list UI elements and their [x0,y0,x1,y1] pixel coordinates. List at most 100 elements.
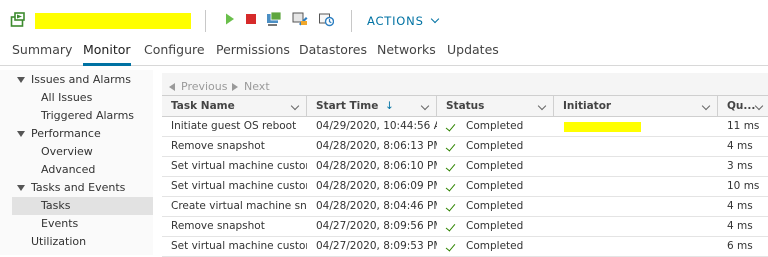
power-off-icon[interactable] [243,11,259,27]
sidebar-group-performance[interactable]: Performance [0,125,153,143]
sidebar-item-tasks[interactable]: Tasks [12,197,153,215]
chevron-down-icon [754,101,764,111]
previous-button[interactable]: Previous [166,79,228,95]
migrate-icon[interactable] [292,11,308,27]
cell-queued: 3 ms [727,160,753,172]
sidebar-group-label: Performance [31,127,101,140]
cell-initiator [554,177,718,196]
tab-summary[interactable]: Summary [12,41,72,63]
cell-initiator [554,217,718,236]
table-row[interactable]: Create virtual machine snap... 04/28/202… [162,197,768,217]
cell-status: Completed [437,197,554,216]
cell-initiator [554,237,718,256]
cell-queued: 11 ms [727,120,760,132]
table-row[interactable]: Remove snapshot 04/28/2020, 8:06:13 PM C… [162,137,768,157]
cell-task-name: Remove snapshot [171,220,265,232]
grid-header: Task Name Start Time ↓ Status Initiator … [162,96,768,117]
vm-icon [10,12,25,27]
tab-monitor[interactable]: Monitor [83,41,131,66]
sidebar-item-events[interactable]: Events [41,215,78,233]
table-row[interactable]: Initiate guest OS reboot 04/29/2020, 10:… [162,117,768,137]
cell-queued: 4 ms [727,200,753,212]
column-header-start-time[interactable]: Start Time ↓ [307,96,437,116]
pager: Previous Next [166,79,366,95]
cell-task-name: Set virtual machine custom ... [171,180,307,192]
sidebar-item-overview[interactable]: Overview [41,143,93,161]
object-toolbar: ACTIONS [0,0,768,40]
toolbar-divider [205,10,206,32]
cell-queued: 4 ms [727,140,753,152]
tab-networks[interactable]: Networks [377,41,436,63]
cell-queued: 6 ms [727,240,753,252]
cell-initiator [554,197,718,216]
table-row[interactable]: Set virtual machine custom ... 04/28/202… [162,177,768,197]
check-icon [445,121,456,132]
cell-start-time: 04/28/2020, 8:06:10 PM [316,160,437,172]
column-header-status[interactable]: Status [437,96,554,116]
tab-permissions[interactable]: Permissions [216,41,290,63]
chevron-down-icon [290,101,300,111]
chevron-down-icon [537,101,547,111]
cell-status: Completed [437,157,554,176]
sidebar-group-label: Issues and Alarms [31,73,131,86]
caret-down-icon [17,77,25,83]
column-label: Initiator [563,100,612,112]
table-row[interactable]: Set virtual machine custom ... 04/28/202… [162,157,768,177]
sidebar-item-triggered-alarms[interactable]: Triggered Alarms [41,107,134,125]
snapshot-icon[interactable] [318,11,334,27]
cell-initiator [554,117,718,136]
cell-start-time: 04/29/2020, 10:44:56 AM [316,120,437,132]
tab-updates[interactable]: Updates [447,41,499,63]
sidebar-item-all-issues[interactable]: All Issues [41,89,92,107]
tab-datastores[interactable]: Datastores [299,41,367,63]
status-text: Completed [466,180,524,192]
check-icon [445,221,456,232]
table-row[interactable]: Remove snapshot 04/27/2020, 8:09:56 PM C… [162,217,768,237]
next-button[interactable]: Next [230,79,275,95]
sidebar-item-label: Tasks [41,199,71,212]
sidebar-item-utilization[interactable]: Utilization [31,233,86,251]
console-icon[interactable] [266,11,282,27]
chevron-right-icon [232,83,238,91]
cell-task-name: Remove snapshot [171,140,265,152]
tasks-grid: Task Name Start Time ↓ Status Initiator … [162,95,768,257]
previous-label: Previous [181,80,228,93]
sidebar-group-issues[interactable]: Issues and Alarms [0,71,153,89]
cell-start-time: 04/28/2020, 8:04:46 PM [316,200,437,212]
check-icon [445,201,456,212]
initiator-redacted [564,122,641,132]
status-text: Completed [466,200,524,212]
check-icon [445,241,456,252]
cell-status: Completed [437,217,554,236]
vm-name-redacted [35,13,191,29]
cell-queued: 4 ms [727,220,753,232]
power-on-icon[interactable] [222,11,238,27]
column-label: Qu... [727,100,756,112]
cell-initiator [554,137,718,156]
cell-queued: 10 ms [727,180,760,192]
status-text: Completed [466,120,524,132]
caret-down-icon [17,185,25,191]
actions-menu-button[interactable]: ACTIONS [367,13,440,29]
object-tabs: Summary Monitor Configure Permissions Da… [0,40,768,66]
column-header-queued[interactable]: Qu... [718,96,768,116]
cell-status: Completed [437,177,554,196]
next-label: Next [244,80,270,93]
table-row[interactable]: Set virtual machine custom ... 04/27/202… [162,237,768,257]
sidebar-group-tasks-events[interactable]: Tasks and Events [0,179,153,197]
column-label: Status [446,100,485,112]
chevron-down-icon [701,101,711,111]
cell-start-time: 04/27/2020, 8:09:56 PM [316,220,437,232]
column-header-task-name[interactable]: Task Name [162,96,307,116]
check-icon [445,141,456,152]
cell-task-name: Initiate guest OS reboot [171,120,297,132]
cell-task-name: Create virtual machine snap... [171,200,307,212]
column-header-initiator[interactable]: Initiator [554,96,718,116]
status-text: Completed [466,240,524,252]
monitor-sidebar: Issues and Alarms All Issues Triggered A… [0,70,153,255]
sidebar-item-advanced[interactable]: Advanced [41,161,95,179]
cell-status: Completed [437,117,554,136]
toolbar-divider [351,10,352,32]
tab-configure[interactable]: Configure [144,41,205,63]
column-label: Start Time [316,100,379,112]
